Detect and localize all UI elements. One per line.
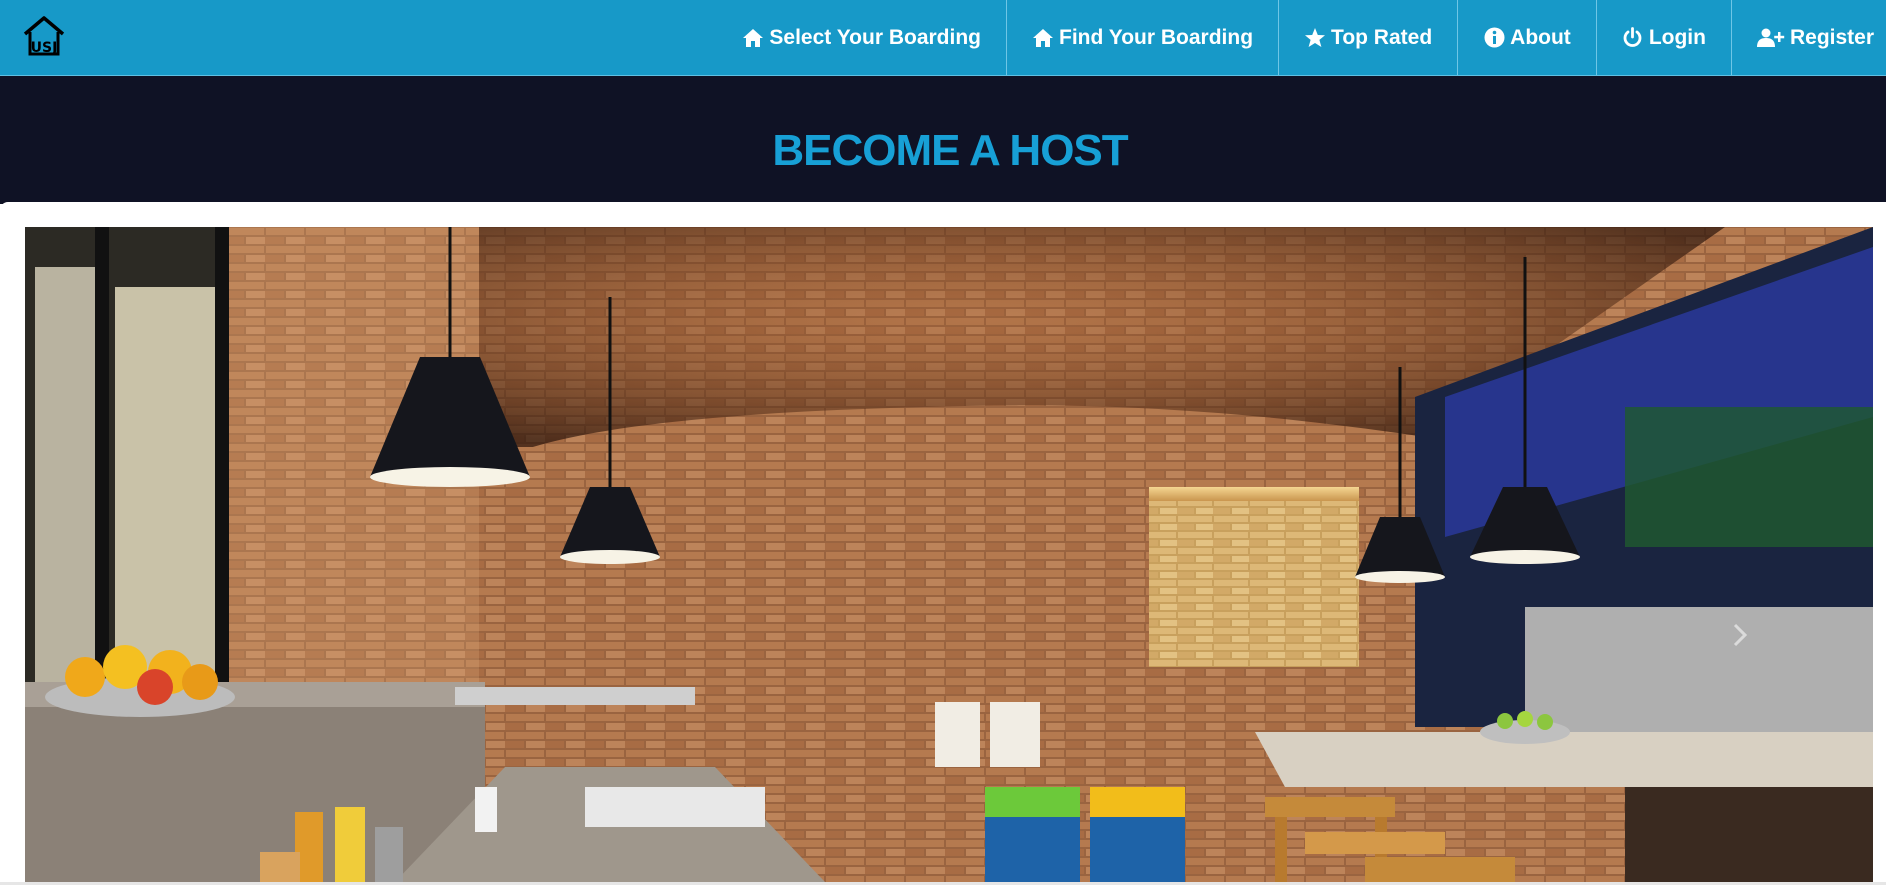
user-plus-icon bbox=[1756, 27, 1785, 49]
hero-banner: BECOME A HOST bbox=[0, 76, 1886, 204]
nav-register[interactable]: Register bbox=[1730, 0, 1886, 75]
logo-text: USJ bbox=[31, 40, 58, 56]
info-icon bbox=[1483, 27, 1505, 49]
nav-label: Top Rated bbox=[1331, 25, 1433, 49]
nav-find-your-boarding[interactable]: Find Your Boarding bbox=[1006, 0, 1278, 75]
nav-label: Select Your Boarding bbox=[769, 25, 981, 49]
home-icon bbox=[742, 27, 764, 49]
nav-label: Login bbox=[1648, 25, 1706, 49]
nav-select-your-boarding[interactable]: Select Your Boarding bbox=[717, 0, 1006, 75]
kitchen-photo bbox=[25, 227, 1873, 882]
nav-about[interactable]: About bbox=[1457, 0, 1596, 75]
nav-label: Find Your Boarding bbox=[1059, 25, 1254, 49]
top-navbar: USJ Select Your Boarding Find Your Board… bbox=[0, 0, 1886, 76]
nav-menu: Select Your Boarding Find Your Boarding … bbox=[717, 0, 1886, 75]
power-icon bbox=[1622, 27, 1644, 49]
house-logo-icon: USJ bbox=[23, 16, 65, 56]
star-icon bbox=[1304, 27, 1326, 49]
page-title: BECOME A HOST bbox=[772, 126, 1128, 175]
nav-top-rated[interactable]: Top Rated bbox=[1278, 0, 1457, 75]
home-icon bbox=[1032, 27, 1054, 49]
kitchen-illustration bbox=[25, 227, 1873, 882]
nav-label: About bbox=[1510, 25, 1571, 49]
nav-login[interactable]: Login bbox=[1595, 0, 1731, 75]
nav-label: Register bbox=[1789, 25, 1874, 49]
site-logo[interactable]: USJ bbox=[22, 14, 66, 58]
